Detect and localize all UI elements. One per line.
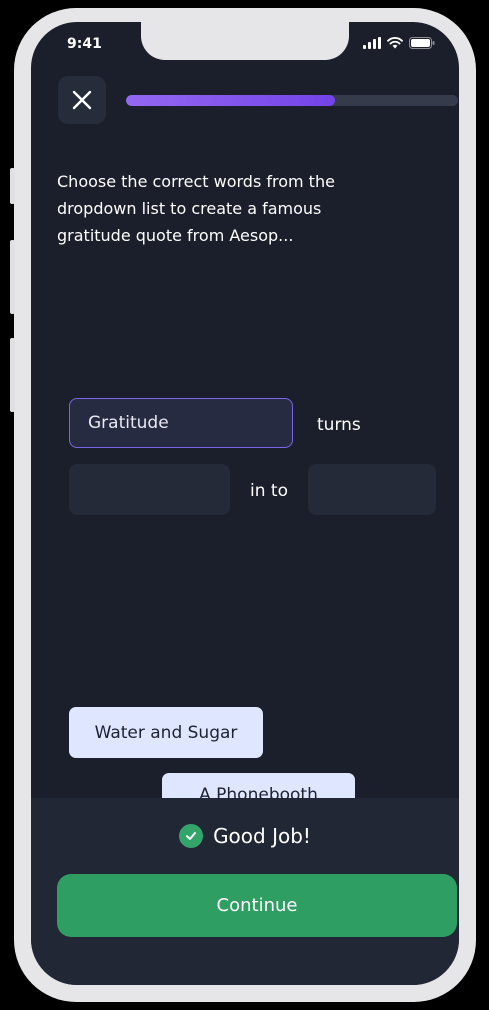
feedback-text: Good Job! — [213, 824, 311, 848]
battery-icon — [409, 37, 435, 49]
close-icon — [72, 90, 92, 110]
quote-word-turns: turns — [317, 415, 361, 435]
status-icons — [363, 37, 435, 49]
feedback-panel: Good Job! Continue — [31, 798, 459, 985]
progress-fill — [126, 95, 336, 106]
close-button[interactable] — [58, 76, 106, 124]
signal-icon — [363, 37, 381, 49]
notch — [141, 22, 349, 60]
volume-down-button — [10, 338, 15, 412]
status-time: 9:41 — [67, 36, 102, 52]
progress-bar — [126, 95, 458, 106]
feedback-message: Good Job! — [31, 824, 459, 848]
answer-slot-2[interactable] — [69, 464, 230, 515]
option-chip[interactable]: Water and Sugar — [69, 707, 263, 758]
mute-switch — [10, 168, 15, 204]
continue-button[interactable]: Continue — [57, 874, 457, 937]
wifi-icon — [387, 37, 403, 49]
answer-slot-1[interactable]: Gratitude — [69, 398, 293, 448]
volume-up-button — [10, 240, 15, 314]
app-screen: 9:41 Choose the correct words from the d… — [31, 22, 459, 985]
question-instruction: Choose the correct words from the dropdo… — [57, 172, 335, 245]
check-circle-icon — [179, 824, 204, 848]
quote-word-into: in to — [250, 481, 288, 501]
answer-slot-3[interactable] — [308, 464, 436, 515]
